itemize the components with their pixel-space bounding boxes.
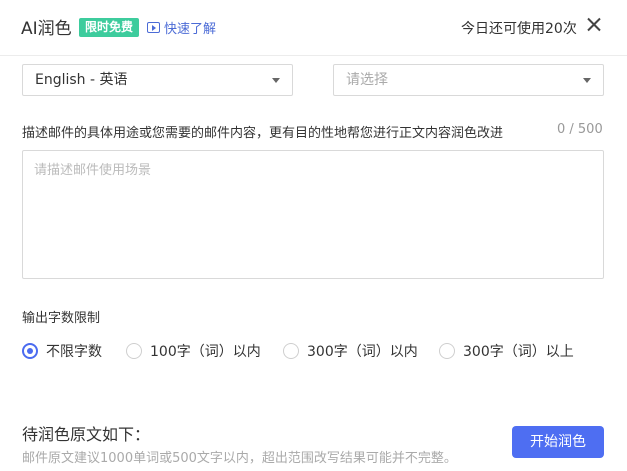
radio-label: 100字（词）以内 (150, 344, 261, 360)
remaining-uses: 今日还可使用20次 (461, 21, 577, 37)
original-text-title: 待润色原文如下： (22, 425, 151, 444)
radio-unchecked-icon (283, 343, 299, 359)
dialog-title: AI润色 (21, 19, 72, 39)
video-play-icon (147, 22, 160, 33)
quick-intro-link[interactable]: 快速了解 (147, 18, 216, 37)
radio-label: 不限字数 (46, 344, 102, 360)
scene-select-placeholder: 请选择 (346, 72, 388, 88)
radio-unchecked-icon (126, 343, 142, 359)
close-icon[interactable] (585, 16, 603, 34)
radio-label: 300字（词）以内 (307, 344, 418, 360)
description-placeholder: 请描述邮件使用场景 (34, 163, 152, 178)
radio-no-limit[interactable]: 不限字数 (22, 341, 102, 361)
radio-300-within[interactable]: 300字（词）以内 (283, 341, 418, 361)
radio-unchecked-icon (439, 343, 455, 359)
scene-select[interactable]: 请选择 (333, 64, 604, 96)
radio-checked-icon (22, 343, 38, 359)
quick-intro-label: 快速了解 (164, 22, 217, 37)
free-badge: 限时免费 (79, 18, 140, 37)
description-textarea[interactable]: 请描述邮件使用场景 (22, 150, 604, 279)
chevron-down-icon (583, 78, 591, 83)
radio-300-above[interactable]: 300字（词）以上 (439, 341, 574, 361)
word-limit-label: 输出字数限制 (22, 311, 101, 326)
language-select[interactable]: English - 英语 (22, 64, 293, 96)
chevron-down-icon (272, 78, 280, 83)
start-polish-button[interactable]: 开始润色 (512, 426, 604, 458)
description-label: 描述邮件的具体用途或您需要的邮件内容，更有目的性地帮您进行正文内容润色改进 (22, 126, 504, 141)
radio-label: 300字（词）以上 (463, 344, 574, 360)
radio-100[interactable]: 100字（词）以内 (126, 341, 261, 361)
dialog-header: AI润色 限时免费 快速了解 今日还可使用20次 (0, 0, 627, 56)
original-text-tip: 邮件原文建议1000单词或500文字以内，超出范围改写结果可能并不完整。 (22, 451, 457, 466)
char-counter: 0 / 500 (557, 122, 603, 137)
language-select-value: English - 英语 (35, 72, 128, 88)
